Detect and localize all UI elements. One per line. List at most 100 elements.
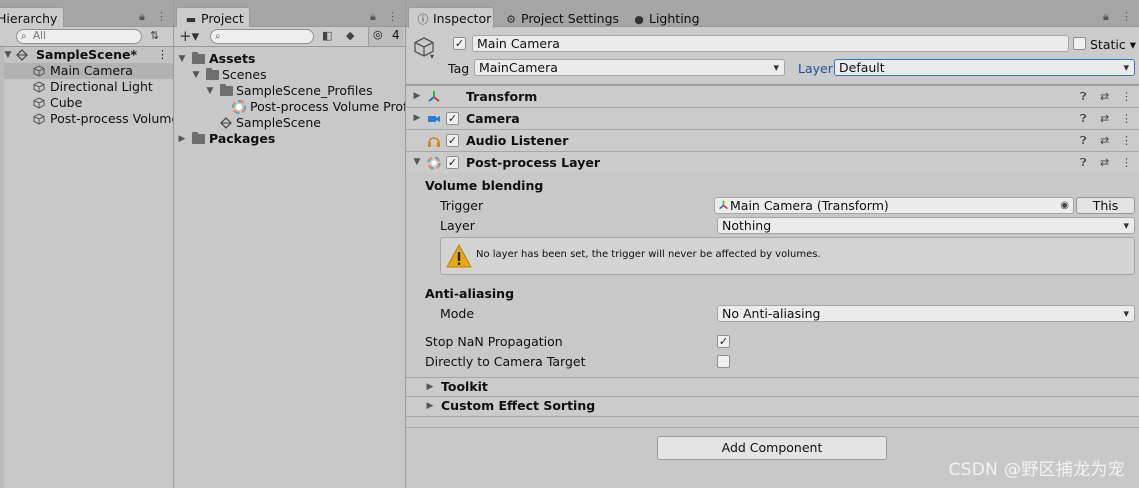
scene-row[interactable]: ▼ SampleScene* ⋮ xyxy=(0,47,173,63)
object-name-value: Main Camera xyxy=(477,36,560,51)
sort-icon[interactable]: ⇅ xyxy=(150,29,159,42)
this-button[interactable]: This xyxy=(1076,197,1135,214)
preset-icon[interactable]: ⇄ xyxy=(1100,130,1109,151)
component-menu-icon[interactable]: ⋮ xyxy=(1121,86,1132,107)
eye-slash-icon: ◎ xyxy=(373,28,383,41)
expand-triangle-icon[interactable]: ▼ xyxy=(3,47,13,63)
transform-axes-icon xyxy=(428,91,440,102)
hierarchy-item[interactable]: Directional Light xyxy=(0,79,173,95)
expand-triangle-icon[interactable]: ▼ xyxy=(191,67,201,83)
component-divider xyxy=(406,416,1139,428)
tag-dropdown[interactable]: MainCamera xyxy=(474,59,785,76)
folder-row-scenes[interactable]: ▼ Scenes xyxy=(174,67,405,83)
help-icon[interactable]: ❓︎ xyxy=(1080,108,1087,129)
component-transform[interactable]: ▶ Transform ❓︎ ⇄ ⋮ xyxy=(406,85,1139,107)
stop-nan-checkbox[interactable]: ✓ xyxy=(717,335,730,348)
direct-target-checkbox[interactable] xyxy=(717,355,730,368)
lock-icon[interactable]: 🔒︎ xyxy=(139,10,145,24)
tab-hierarchy[interactable]: Hierarchy xyxy=(0,7,64,28)
folder-row-profiles[interactable]: ▼ SampleScene_Profiles xyxy=(174,83,405,99)
component-enabled-checkbox[interactable]: ✓ xyxy=(446,156,459,169)
hierarchy-item[interactable]: Main Camera xyxy=(0,63,173,79)
component-menu-icon[interactable]: ⋮ xyxy=(1121,152,1132,173)
hierarchy-item[interactable]: Cube xyxy=(0,95,173,111)
hierarchy-gutter xyxy=(0,47,4,488)
project-search-input[interactable]: ⌕ xyxy=(210,29,314,44)
expand-triangle-icon[interactable]: ▼ xyxy=(177,51,187,67)
search-icon: ⌕ xyxy=(215,31,221,42)
expand-triangle-icon[interactable]: ▼ xyxy=(412,152,422,173)
inspector-panel: ⓘ Inspector ⚙ Project Settings ● Lighting 🔒… xyxy=(406,0,1139,488)
add-component-button[interactable]: Add Component xyxy=(657,436,887,460)
scene-name: SampleScene* xyxy=(36,47,137,62)
object-picker-icon[interactable]: ◉ xyxy=(1060,198,1069,213)
folder-row-assets[interactable]: ▼ Assets xyxy=(174,51,405,67)
asset-row-profile[interactable]: Post-process Volume Profil xyxy=(174,99,405,115)
layer-dropdown[interactable]: Default xyxy=(834,59,1135,76)
project-tabbar: ▬ Project 🔒︎ ⋮ xyxy=(174,5,405,28)
preset-icon[interactable]: ⇄ xyxy=(1100,152,1109,173)
hidden-packages-toggle[interactable]: ◎ 4 xyxy=(368,27,404,46)
foldout-toolkit[interactable]: ▶ Toolkit xyxy=(406,377,1139,396)
direct-target-label: Directly to Camera Target xyxy=(425,354,586,369)
preset-icon[interactable]: ⇄ xyxy=(1100,86,1109,107)
component-menu-icon[interactable]: ⋮ xyxy=(1121,108,1132,129)
collapsed-triangle-icon[interactable]: ▶ xyxy=(425,378,435,396)
kebab-menu-icon[interactable]: ⋮ xyxy=(387,10,398,23)
icon-dropdown-arrow[interactable]: ▾ xyxy=(430,52,434,61)
filter-by-type-icon[interactable]: ◧ xyxy=(322,29,332,42)
collapsed-triangle-icon[interactable]: ▶ xyxy=(412,86,422,107)
hierarchy-item-label: Post-process Volume xyxy=(50,111,173,126)
object-name-field[interactable]: Main Camera xyxy=(472,35,1069,52)
preset-icon[interactable]: ⇄ xyxy=(1100,108,1109,129)
help-icon[interactable]: ❓︎ xyxy=(1080,152,1087,173)
component-enabled-checkbox[interactable]: ✓ xyxy=(446,112,459,125)
gameobject-cube-icon xyxy=(33,65,45,77)
kebab-menu-icon[interactable]: ⋮ xyxy=(1121,10,1132,23)
component-postprocess-layer[interactable]: ▼ ✓ Post-process Layer ❓︎ ⇄ ⋮ xyxy=(406,151,1139,173)
static-checkbox[interactable] xyxy=(1073,37,1086,50)
layer-label: Layer xyxy=(798,61,833,76)
component-menu-icon[interactable]: ⋮ xyxy=(1121,130,1132,151)
folder-icon xyxy=(220,84,233,96)
trigger-object-field[interactable]: Main Camera (Transform) ◉ xyxy=(714,197,1074,214)
hierarchy-search-input[interactable]: ⌕ All xyxy=(16,29,142,44)
mode-dropdown[interactable]: No Anti-aliasing xyxy=(717,305,1135,322)
postprocess-profile-icon xyxy=(232,100,246,114)
tab-project-label: Project xyxy=(201,11,244,26)
tag-value: MainCamera xyxy=(479,60,558,75)
help-icon[interactable]: ❓︎ xyxy=(1080,86,1087,107)
filter-by-label-icon[interactable]: ◆ xyxy=(346,29,354,42)
tab-inspector[interactable]: ⓘ Inspector xyxy=(408,7,494,28)
collapsed-triangle-icon[interactable]: ▶ xyxy=(425,397,435,415)
active-checkbox[interactable]: ✓ xyxy=(453,37,466,50)
tab-lighting[interactable]: ● Lighting xyxy=(624,7,709,28)
component-enabled-checkbox[interactable]: ✓ xyxy=(446,134,459,147)
lock-icon[interactable]: 🔒︎ xyxy=(370,10,376,24)
transform-axes-icon xyxy=(719,200,728,210)
lock-icon[interactable]: 🔒︎ xyxy=(1103,10,1109,24)
tab-project-settings[interactable]: ⚙ Project Settings xyxy=(496,7,628,28)
collapsed-triangle-icon[interactable]: ▶ xyxy=(177,131,187,147)
component-audio-listener[interactable]: ✓ Audio Listener ❓︎ ⇄ ⋮ xyxy=(406,129,1139,151)
tab-label: Inspector xyxy=(433,11,492,26)
folder-row-packages[interactable]: ▶ Packages xyxy=(174,131,405,147)
asset-row-scene[interactable]: SampleScene xyxy=(174,115,405,131)
scene-menu-icon[interactable]: ⋮ xyxy=(157,47,168,63)
help-icon[interactable]: ❓︎ xyxy=(1080,130,1087,151)
tab-project[interactable]: ▬ Project xyxy=(176,7,250,28)
collapsed-triangle-icon[interactable]: ▶ xyxy=(412,108,422,129)
kebab-menu-icon[interactable]: ⋮ xyxy=(156,10,167,23)
trigger-layer-dropdown[interactable]: Nothing xyxy=(717,217,1135,234)
component-name: Transform xyxy=(466,89,538,104)
gameobject-cube-icon xyxy=(33,97,45,109)
folder-label: Assets xyxy=(209,51,256,66)
component-camera[interactable]: ▶ ✓ Camera ❓︎ ⇄ ⋮ xyxy=(406,107,1139,129)
gameobject-header: ▾ ✓ Main Camera Static ▾ Tag MainCamera … xyxy=(406,28,1139,85)
create-plus-icon[interactable]: +▾ xyxy=(179,27,199,45)
folder-icon xyxy=(192,132,205,144)
unity-scene-icon xyxy=(16,49,28,61)
foldout-custom-effect-sorting[interactable]: ▶ Custom Effect Sorting xyxy=(406,396,1139,415)
hierarchy-item[interactable]: Post-process Volume xyxy=(0,111,173,127)
expand-triangle-icon[interactable]: ▼ xyxy=(205,83,215,99)
